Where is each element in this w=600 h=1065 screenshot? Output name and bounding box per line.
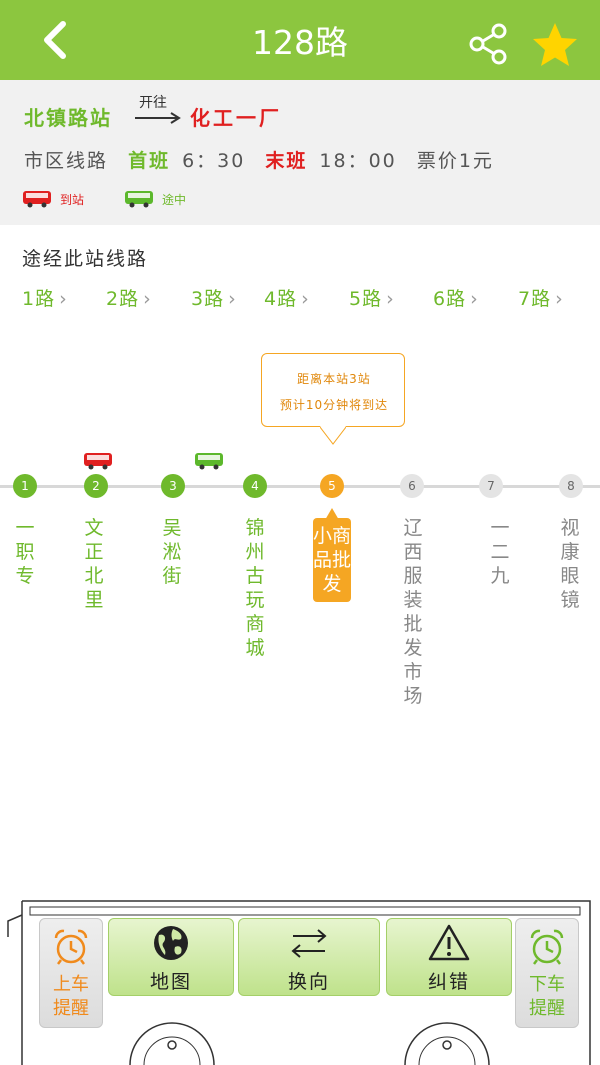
bus-en-route-icon[interactable] bbox=[194, 452, 224, 470]
legend-en-route: 途中 bbox=[124, 190, 186, 208]
alight-alarm-button[interactable]: 下车提醒 bbox=[515, 918, 579, 1028]
arrival-tooltip: 距离本站3站 预计10分钟将到达 bbox=[261, 353, 405, 427]
legend-en-route-label: 途中 bbox=[162, 192, 187, 207]
fare: 票价1元 bbox=[416, 150, 494, 172]
direction-arrow: 开往 bbox=[133, 92, 183, 126]
bus-red-icon bbox=[23, 191, 51, 208]
share-button[interactable] bbox=[466, 22, 510, 66]
board-alarm-button[interactable]: 上车提醒 bbox=[39, 918, 103, 1028]
line-type: 市区线路 bbox=[24, 150, 109, 172]
reverse-direction-label: 换向 bbox=[287, 971, 330, 993]
route-link-5[interactable]: 5路 › bbox=[349, 284, 395, 311]
stop-dot-1[interactable]: 1 bbox=[13, 474, 37, 498]
globe-icon bbox=[154, 926, 188, 960]
stop-name-3[interactable]: 吴淞街 bbox=[160, 516, 184, 588]
route-link-4[interactable]: 4路 › bbox=[264, 284, 310, 311]
report-error-label: 纠错 bbox=[427, 971, 470, 993]
stop-name-6[interactable]: 辽西服装批发市场 bbox=[401, 516, 425, 708]
stop-dot-3[interactable]: 3 bbox=[161, 474, 185, 498]
stop-dot-8[interactable]: 8 bbox=[559, 474, 583, 498]
swap-arrows-icon bbox=[291, 929, 327, 958]
chevron-left-icon bbox=[44, 21, 66, 59]
route-link-6[interactable]: 6路 › bbox=[433, 284, 479, 311]
route-link-3[interactable]: 3路 › bbox=[191, 284, 237, 311]
stop-name-1[interactable]: 一职专 bbox=[13, 516, 37, 588]
alight-alarm-label: 下车提醒 bbox=[529, 974, 565, 1019]
favorite-button[interactable] bbox=[530, 20, 580, 70]
stop-name-2[interactable]: 文正北里 bbox=[82, 516, 106, 612]
legend-arrived: 到站 bbox=[22, 190, 84, 208]
stop-dot-2[interactable]: 2 bbox=[84, 474, 108, 498]
page-title: 128路 bbox=[252, 23, 348, 62]
line-info-panel: 北镇路站 开往 化工一厂 市区线路 首班 6：30 末班 18：00 票价1元 到站… bbox=[0, 80, 600, 225]
origin-stop: 北镇路站 bbox=[24, 106, 112, 130]
stop-dot-7[interactable]: 7 bbox=[479, 474, 503, 498]
back-button[interactable] bbox=[28, 14, 80, 66]
stop-name-5-current[interactable]: 小商品批发 bbox=[313, 518, 351, 602]
destination-stop: 化工一厂 bbox=[190, 106, 282, 130]
stop-name-4[interactable]: 锦州古玩商城 bbox=[243, 516, 267, 660]
via-routes-title: 途经此站线路 bbox=[22, 248, 149, 270]
app-header: 128路 bbox=[0, 0, 600, 80]
star-icon bbox=[533, 23, 577, 66]
first-bus-time: 6：30 bbox=[182, 150, 246, 172]
alarm-clock-icon bbox=[530, 929, 564, 965]
legend-arrived-label: 到站 bbox=[60, 192, 85, 207]
stop-dot-5[interactable]: 5 bbox=[320, 474, 344, 498]
route-link-7[interactable]: 7路 › bbox=[518, 284, 564, 311]
report-error-button[interactable]: 纠错 bbox=[386, 918, 512, 996]
first-bus-label: 首班 bbox=[128, 150, 171, 172]
stop-name-8[interactable]: 视康眼镜 bbox=[558, 516, 582, 612]
last-bus-label: 末班 bbox=[265, 150, 308, 172]
warning-icon bbox=[428, 924, 470, 961]
stop-dot-6[interactable]: 6 bbox=[400, 474, 424, 498]
route-link-1[interactable]: 1路 › bbox=[22, 284, 68, 311]
schedule-row: 市区线路 首班 6：30 末班 18：00 票价1元 bbox=[24, 146, 506, 173]
last-bus-time: 18：00 bbox=[319, 150, 397, 172]
tooltip-distance: 距离本站3站 bbox=[297, 372, 371, 386]
stop-dot-4[interactable]: 4 bbox=[243, 474, 267, 498]
tooltip-pointer bbox=[320, 426, 346, 445]
board-alarm-label: 上车提醒 bbox=[53, 974, 89, 1019]
arrow-right-icon bbox=[135, 112, 181, 124]
reverse-direction-button[interactable]: 换向 bbox=[238, 918, 380, 996]
alarm-clock-icon bbox=[54, 929, 88, 965]
bus-green-icon bbox=[125, 191, 153, 208]
stop-name-7[interactable]: 一二九 bbox=[488, 516, 512, 588]
route-link-2[interactable]: 2路 › bbox=[106, 284, 152, 311]
share-icon bbox=[469, 23, 507, 65]
map-label: 地图 bbox=[149, 971, 192, 993]
bus-arrived-icon[interactable] bbox=[83, 452, 113, 470]
tooltip-eta: 预计10分钟将到达 bbox=[279, 398, 389, 412]
map-button[interactable]: 地图 bbox=[108, 918, 234, 996]
